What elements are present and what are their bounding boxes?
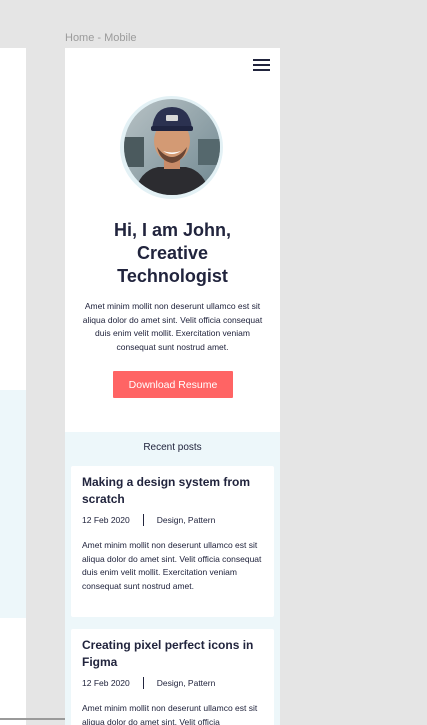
hero-title-line: Creative bbox=[136, 243, 209, 263]
hero-title: Hi, I am John, Creative Technologist bbox=[75, 219, 270, 288]
recent-posts-heading: Recent posts bbox=[143, 442, 202, 453]
hero-title-line: Technologist bbox=[117, 266, 228, 286]
post-date: 12 Feb 2020 bbox=[82, 678, 130, 688]
post-tags: Design, Pattern bbox=[156, 678, 216, 688]
recent-posts-section: Recent posts Making a design system from… bbox=[65, 432, 280, 725]
meta-divider bbox=[142, 677, 144, 689]
post-meta: 12 Feb 2020 Design, Pattern bbox=[82, 514, 215, 526]
post-card[interactable]: Creating pixel perfect icons in Figma 12… bbox=[71, 629, 274, 725]
mobile-frame: Hi, I am John, Creative Technologist Ame… bbox=[65, 48, 280, 725]
post-excerpt: Amet minim mollit non deserunt ullamco e… bbox=[82, 703, 258, 725]
adjacent-frame bbox=[0, 48, 26, 725]
avatar bbox=[120, 96, 223, 199]
hero-intro-text: Amet minim mollit non deserunt ullamco e… bbox=[82, 301, 263, 352]
post-tags: Design, Pattern bbox=[156, 515, 216, 525]
hero-title-line: Hi, I am John, bbox=[113, 220, 232, 240]
hamburger-menu-icon[interactable] bbox=[253, 59, 270, 71]
profile-photo bbox=[124, 99, 220, 195]
post-title[interactable]: Making a design system from scratch bbox=[82, 474, 267, 508]
download-resume-button[interactable]: Download Resume bbox=[113, 371, 233, 398]
post-excerpt: Amet minim mollit non deserunt ullamco e… bbox=[82, 540, 262, 591]
post-title[interactable]: Creating pixel perfect icons in Figma bbox=[82, 637, 267, 671]
post-meta: 12 Feb 2020 Design, Pattern bbox=[82, 677, 215, 689]
post-card[interactable]: Making a design system from scratch 12 F… bbox=[71, 466, 274, 617]
frame-label[interactable]: Home - Mobile bbox=[65, 32, 137, 44]
meta-divider bbox=[142, 514, 144, 526]
post-date: 12 Feb 2020 bbox=[82, 515, 130, 525]
adjacent-frame-section bbox=[0, 390, 26, 618]
